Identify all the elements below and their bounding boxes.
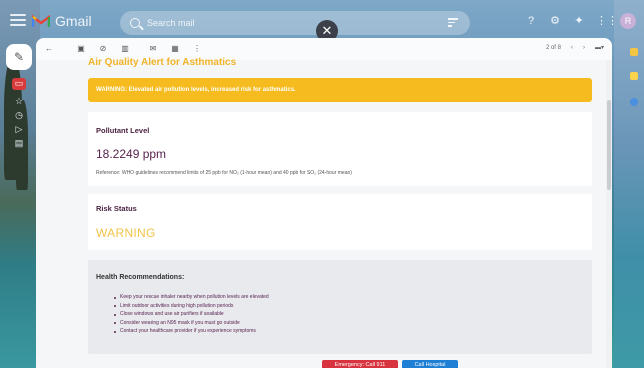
pollutant-label: Pollutant Level bbox=[96, 126, 150, 135]
next-message-icon[interactable]: › bbox=[583, 45, 585, 51]
search-bar[interactable]: Search mail bbox=[120, 11, 470, 35]
tasks-icon[interactable] bbox=[630, 98, 638, 106]
delete-icon[interactable]: ▥ bbox=[120, 44, 130, 54]
sent-icon[interactable]: ▷ bbox=[12, 124, 26, 136]
reference-note: Reference: WHO guidelines recommend limi… bbox=[96, 170, 352, 176]
risk-label: Risk Status bbox=[96, 204, 137, 213]
search-icon[interactable] bbox=[130, 18, 140, 28]
inbox-icon[interactable]: ▭ bbox=[12, 78, 26, 90]
pagination-count: 2 of 8 bbox=[545, 44, 561, 51]
starred-icon[interactable]: ☆ bbox=[12, 96, 26, 108]
settings-gear-icon[interactable]: ⚙ bbox=[548, 14, 562, 28]
call-hospital-button[interactable]: Call Hospital bbox=[402, 360, 458, 368]
risk-status-value: WARNING bbox=[96, 226, 156, 240]
drafts-icon[interactable]: ▤ bbox=[12, 138, 26, 150]
filter-options-icon[interactable] bbox=[448, 18, 458, 27]
email-title: Air Quality Alert for Asthmatics bbox=[88, 57, 237, 68]
gmail-m-icon bbox=[32, 14, 50, 28]
account-avatar[interactable]: R bbox=[620, 13, 636, 29]
report-spam-icon[interactable]: ⊘ bbox=[98, 44, 108, 54]
risk-card: Risk Status WARNING bbox=[88, 194, 592, 250]
recommendation-item: Keep your rescue inhaler nearby when pol… bbox=[114, 293, 269, 302]
mark-unread-icon[interactable]: ✉ bbox=[148, 44, 158, 54]
recommendation-item: Close windows and use air purifiers if a… bbox=[114, 310, 269, 319]
back-arrow-icon[interactable]: ← bbox=[44, 44, 54, 54]
move-to-folder-icon[interactable]: ▦ bbox=[170, 44, 180, 54]
pollutant-value: 18.2249 ppm bbox=[96, 147, 167, 161]
calendar-icon[interactable] bbox=[630, 48, 638, 56]
warning-banner: WARNING: Elevated air pollution levels, … bbox=[88, 78, 592, 102]
email-body: Air Quality Alert for Asthmatics WARNING… bbox=[86, 57, 594, 368]
header-actions: ? ⚙ ✦ ⋮⋮ R bbox=[524, 13, 636, 29]
recommendation-item: Limit outdoor activities during high pol… bbox=[114, 302, 269, 311]
email-content-area: Air Quality Alert for Asthmatics WARNING… bbox=[36, 57, 612, 368]
app-name: Gmail bbox=[55, 13, 92, 29]
pollutant-card: Pollutant Level 18.2249 ppm Reference: W… bbox=[88, 112, 592, 186]
recommendations-title: Health Recommendations: bbox=[96, 274, 185, 281]
help-icon[interactable]: ? bbox=[524, 14, 538, 28]
apps-grid-icon[interactable]: ⋮⋮ bbox=[596, 14, 618, 28]
gemini-sparkle-icon[interactable]: ✦ bbox=[572, 14, 586, 28]
input-tools-icon[interactable]: ▬▾ bbox=[595, 44, 604, 51]
search-input[interactable]: Search mail bbox=[147, 18, 195, 28]
gmail-logo[interactable]: Gmail bbox=[32, 13, 92, 29]
recommendation-item: Consider wearing an N95 mask if you must… bbox=[114, 319, 269, 328]
pagination-controls: 2 of 8 ‹ › ▬▾ bbox=[545, 44, 604, 52]
compose-pencil-icon[interactable]: ✎ bbox=[6, 44, 32, 70]
scrollbar-thumb[interactable] bbox=[607, 100, 611, 190]
previous-message-icon[interactable]: ‹ bbox=[571, 45, 573, 51]
snoozed-clock-icon[interactable]: ◷ bbox=[12, 110, 26, 122]
desktop-background-right bbox=[614, 0, 644, 368]
reading-pane-scrollbar[interactable] bbox=[606, 60, 612, 368]
recommendation-item: Contact your healthcare provider if you … bbox=[114, 327, 269, 336]
keep-icon[interactable] bbox=[630, 72, 638, 80]
emergency-call-button[interactable]: Emergency: Call 911 bbox=[322, 360, 398, 368]
recommendations-list: Keep your rescue inhaler nearby when pol… bbox=[114, 293, 269, 336]
email-reading-pane: ← ▣ ⊘ ▥ ✉ ▦ ⋮ 2 of 8 ‹ › ▬▾ Air Quality … bbox=[36, 38, 612, 368]
more-options-icon[interactable]: ⋮ bbox=[192, 44, 202, 54]
archive-icon[interactable]: ▣ bbox=[76, 44, 86, 54]
menu-icon[interactable] bbox=[10, 14, 26, 28]
health-recommendations: Health Recommendations: Keep your rescue… bbox=[88, 260, 592, 354]
